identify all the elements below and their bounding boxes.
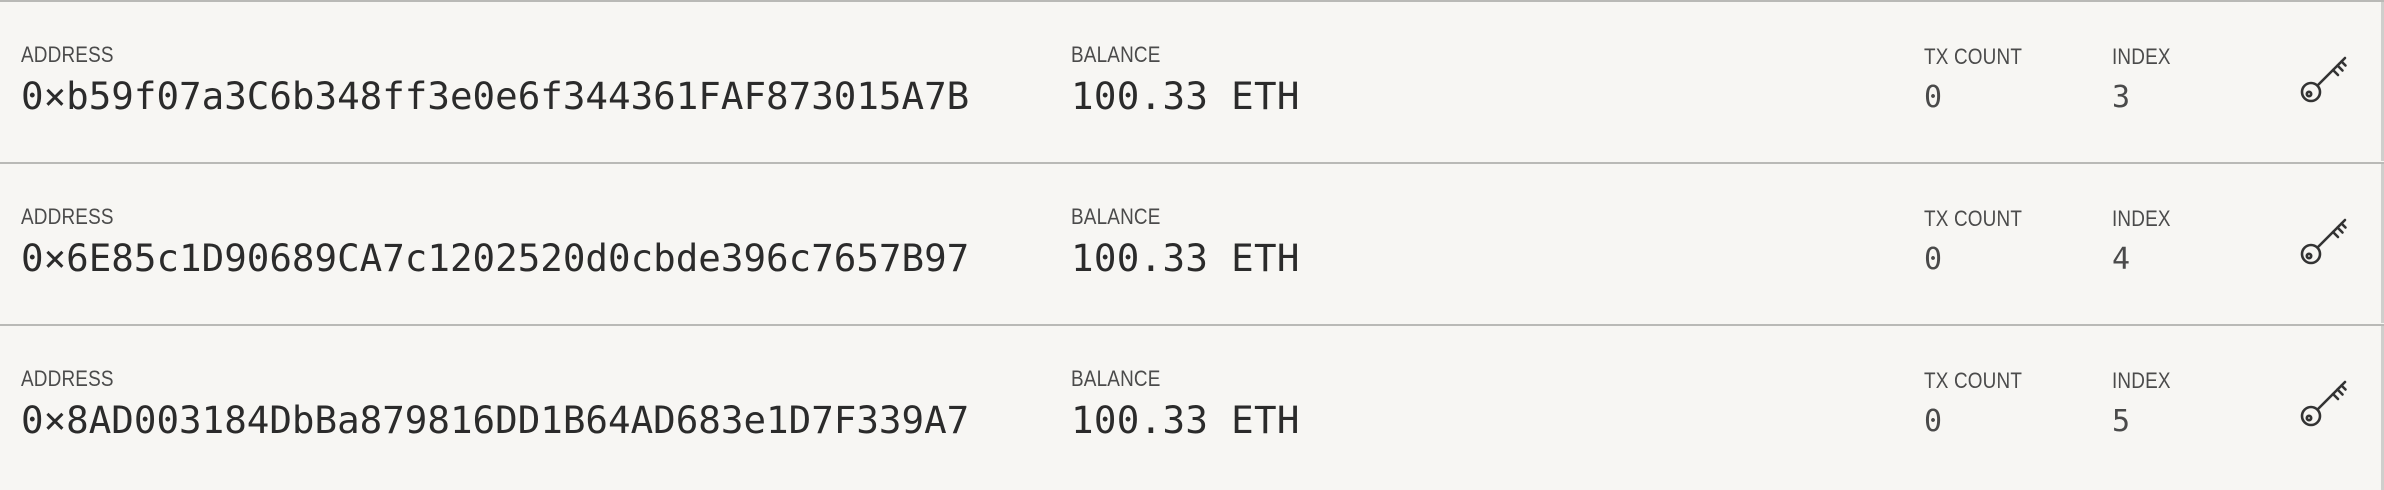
balance-value: 100.33 ETH (1071, 398, 1300, 442)
address-cell: ADDRESS 0×8AD003184DbBa879816DD1B64AD683… (21, 366, 969, 442)
index-label: INDEX (2112, 368, 2171, 393)
index-cell: INDEX 5 (2112, 368, 2180, 439)
tx-count-label: TX COUNT (1924, 206, 2023, 231)
address-label: ADDRESS (21, 204, 114, 229)
address-cell: ADDRESS 0×b59f07a3C6b348ff3e0e6f344361FA… (21, 42, 969, 118)
address-cell: ADDRESS 0×6E85c1D90689CA7c1202520d0cbde3… (21, 204, 969, 280)
accounts-list: ADDRESS 0×b59f07a3C6b348ff3e0e6f344361FA… (0, 0, 2384, 490)
balance-label: BALANCE (1071, 42, 1161, 67)
balance-cell: BALANCE 100.33 ETH (1071, 366, 1300, 442)
address-value[interactable]: 0×b59f07a3C6b348ff3e0e6f344361FAF873015A… (21, 74, 969, 118)
balance-cell: BALANCE 100.33 ETH (1071, 204, 1300, 280)
tx-count-label: TX COUNT (1924, 368, 2023, 393)
show-keys-button[interactable] (2297, 214, 2351, 268)
key-icon (2300, 56, 2347, 103)
tx-count-label: TX COUNT (1924, 44, 2023, 69)
tx-count-value: 0 (1924, 242, 1943, 277)
tx-count-value: 0 (1924, 80, 1943, 115)
index-cell: INDEX 3 (2112, 44, 2180, 115)
address-value[interactable]: 0×8AD003184DbBa879816DD1B64AD683e1D7F339… (21, 398, 969, 442)
address-label: ADDRESS (21, 42, 114, 67)
key-icon (2300, 218, 2347, 265)
account-row: ADDRESS 0×8AD003184DbBa879816DD1B64AD683… (0, 324, 2384, 490)
tx-count-cell: TX COUNT 0 (1924, 44, 2038, 115)
tx-count-cell: TX COUNT 0 (1924, 206, 2038, 277)
account-row: ADDRESS 0×b59f07a3C6b348ff3e0e6f344361FA… (0, 0, 2384, 161)
show-keys-button[interactable] (2297, 52, 2351, 106)
index-label: INDEX (2112, 44, 2171, 69)
address-value[interactable]: 0×6E85c1D90689CA7c1202520d0cbde396c7657B… (21, 236, 969, 280)
balance-label: BALANCE (1071, 204, 1161, 229)
index-value: 3 (2112, 80, 2131, 115)
balance-value: 100.33 ETH (1071, 236, 1300, 280)
index-value: 5 (2112, 404, 2131, 439)
balance-cell: BALANCE 100.33 ETH (1071, 42, 1300, 118)
tx-count-value: 0 (1924, 404, 1943, 439)
show-keys-button[interactable] (2297, 376, 2351, 430)
index-label: INDEX (2112, 206, 2171, 231)
account-row: ADDRESS 0×6E85c1D90689CA7c1202520d0cbde3… (0, 162, 2384, 323)
balance-label: BALANCE (1071, 366, 1161, 391)
balance-value: 100.33 ETH (1071, 74, 1300, 118)
tx-count-cell: TX COUNT 0 (1924, 368, 2038, 439)
address-label: ADDRESS (21, 366, 114, 391)
index-value: 4 (2112, 242, 2131, 277)
index-cell: INDEX 4 (2112, 206, 2180, 277)
key-icon (2300, 380, 2347, 427)
